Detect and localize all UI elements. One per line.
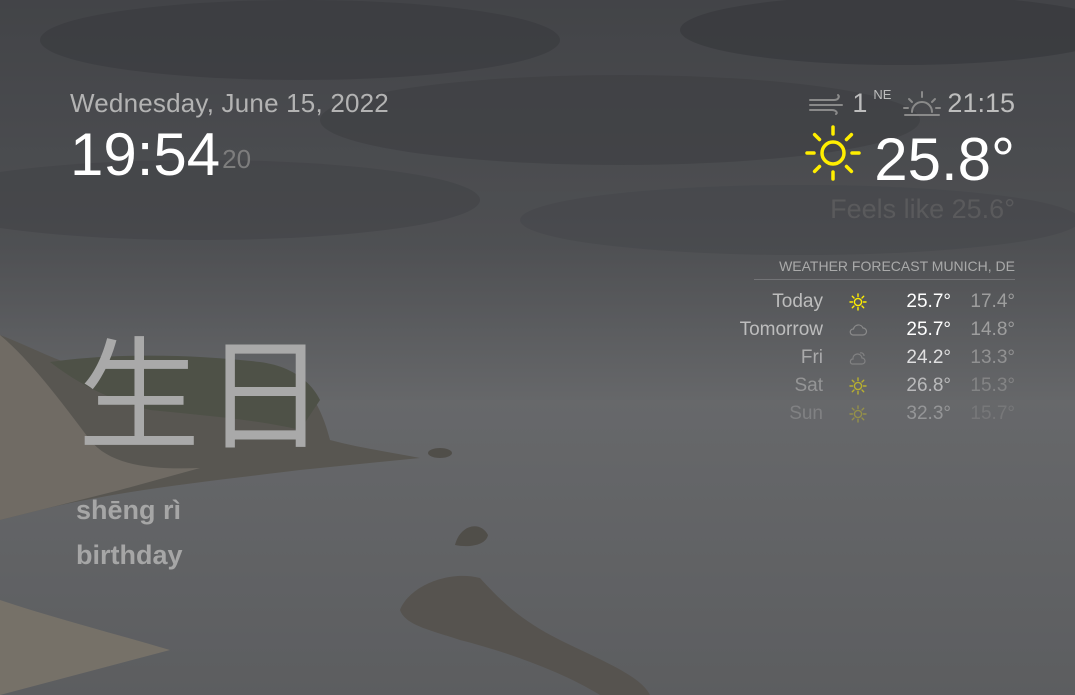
forecast-day: Sun bbox=[789, 403, 823, 424]
sunset-icon bbox=[903, 90, 942, 118]
forecast-min-temp: 14.8° bbox=[970, 319, 1015, 340]
clock-date: Wednesday, June 15, 2022 bbox=[70, 88, 389, 118]
forecast-row: Tomorrow 25.7° 14.8° bbox=[740, 316, 1015, 344]
cloud-icon bbox=[823, 316, 893, 344]
sunset-time: 21:15 bbox=[947, 88, 1015, 118]
forecast-header: WEATHER FORECAST MUNICH, DE bbox=[754, 258, 1015, 280]
sun-icon bbox=[823, 288, 893, 316]
clock-time: 19:5420 bbox=[70, 122, 251, 188]
forecast-max-temp: 32.3° bbox=[906, 403, 951, 424]
cloud-sun-icon bbox=[823, 344, 893, 372]
current-weather-details: 1 NE 21:15 bbox=[808, 87, 1015, 119]
forecast-day: Sat bbox=[794, 375, 823, 396]
forecast-row: Today 25.7° 17.4° bbox=[740, 288, 1015, 316]
forecast-row: Sun 32.3° 15.7° bbox=[740, 400, 1015, 428]
current-temperature: 25.8° bbox=[874, 125, 1015, 193]
forecast-max-temp: 25.7° bbox=[906, 319, 951, 340]
forecast-max-temp: 26.8° bbox=[906, 375, 951, 396]
forecast-min-temp: 17.4° bbox=[970, 291, 1015, 312]
forecast-table: Today 25.7° 17.4° Tomorrow 25.7° 14.8° Fri 24.2… bbox=[740, 288, 1015, 428]
current-weather-main: 25.8° bbox=[804, 124, 1015, 195]
forecast-row: Fri 24.2° 13.3° bbox=[740, 344, 1015, 372]
sun-icon bbox=[823, 400, 893, 428]
forecast-row: Sat 26.8° 15.3° bbox=[740, 372, 1015, 400]
sun-icon bbox=[804, 124, 862, 195]
word-pinyin: shēng rì bbox=[76, 495, 182, 525]
wind-speed: 1 bbox=[852, 88, 868, 118]
forecast-min-temp: 15.7° bbox=[970, 403, 1015, 424]
wind-direction: NE bbox=[873, 87, 892, 102]
clock-hours-minutes: 19:54 bbox=[70, 121, 221, 188]
forecast-day: Fri bbox=[800, 347, 823, 368]
word-characters: 生日 bbox=[78, 329, 330, 465]
word-meaning: birthday bbox=[76, 540, 183, 570]
clock-seconds: 20 bbox=[222, 144, 252, 174]
feels-like: Feels like 25.6° bbox=[830, 194, 1015, 224]
wind-icon bbox=[808, 93, 846, 115]
forecast-day: Today bbox=[772, 291, 823, 312]
sun-icon bbox=[823, 372, 893, 400]
forecast-min-temp: 15.3° bbox=[970, 375, 1015, 396]
forecast-max-temp: 25.7° bbox=[906, 291, 951, 312]
forecast-max-temp: 24.2° bbox=[906, 347, 951, 368]
forecast-min-temp: 13.3° bbox=[970, 347, 1015, 368]
forecast-day: Tomorrow bbox=[739, 319, 823, 340]
